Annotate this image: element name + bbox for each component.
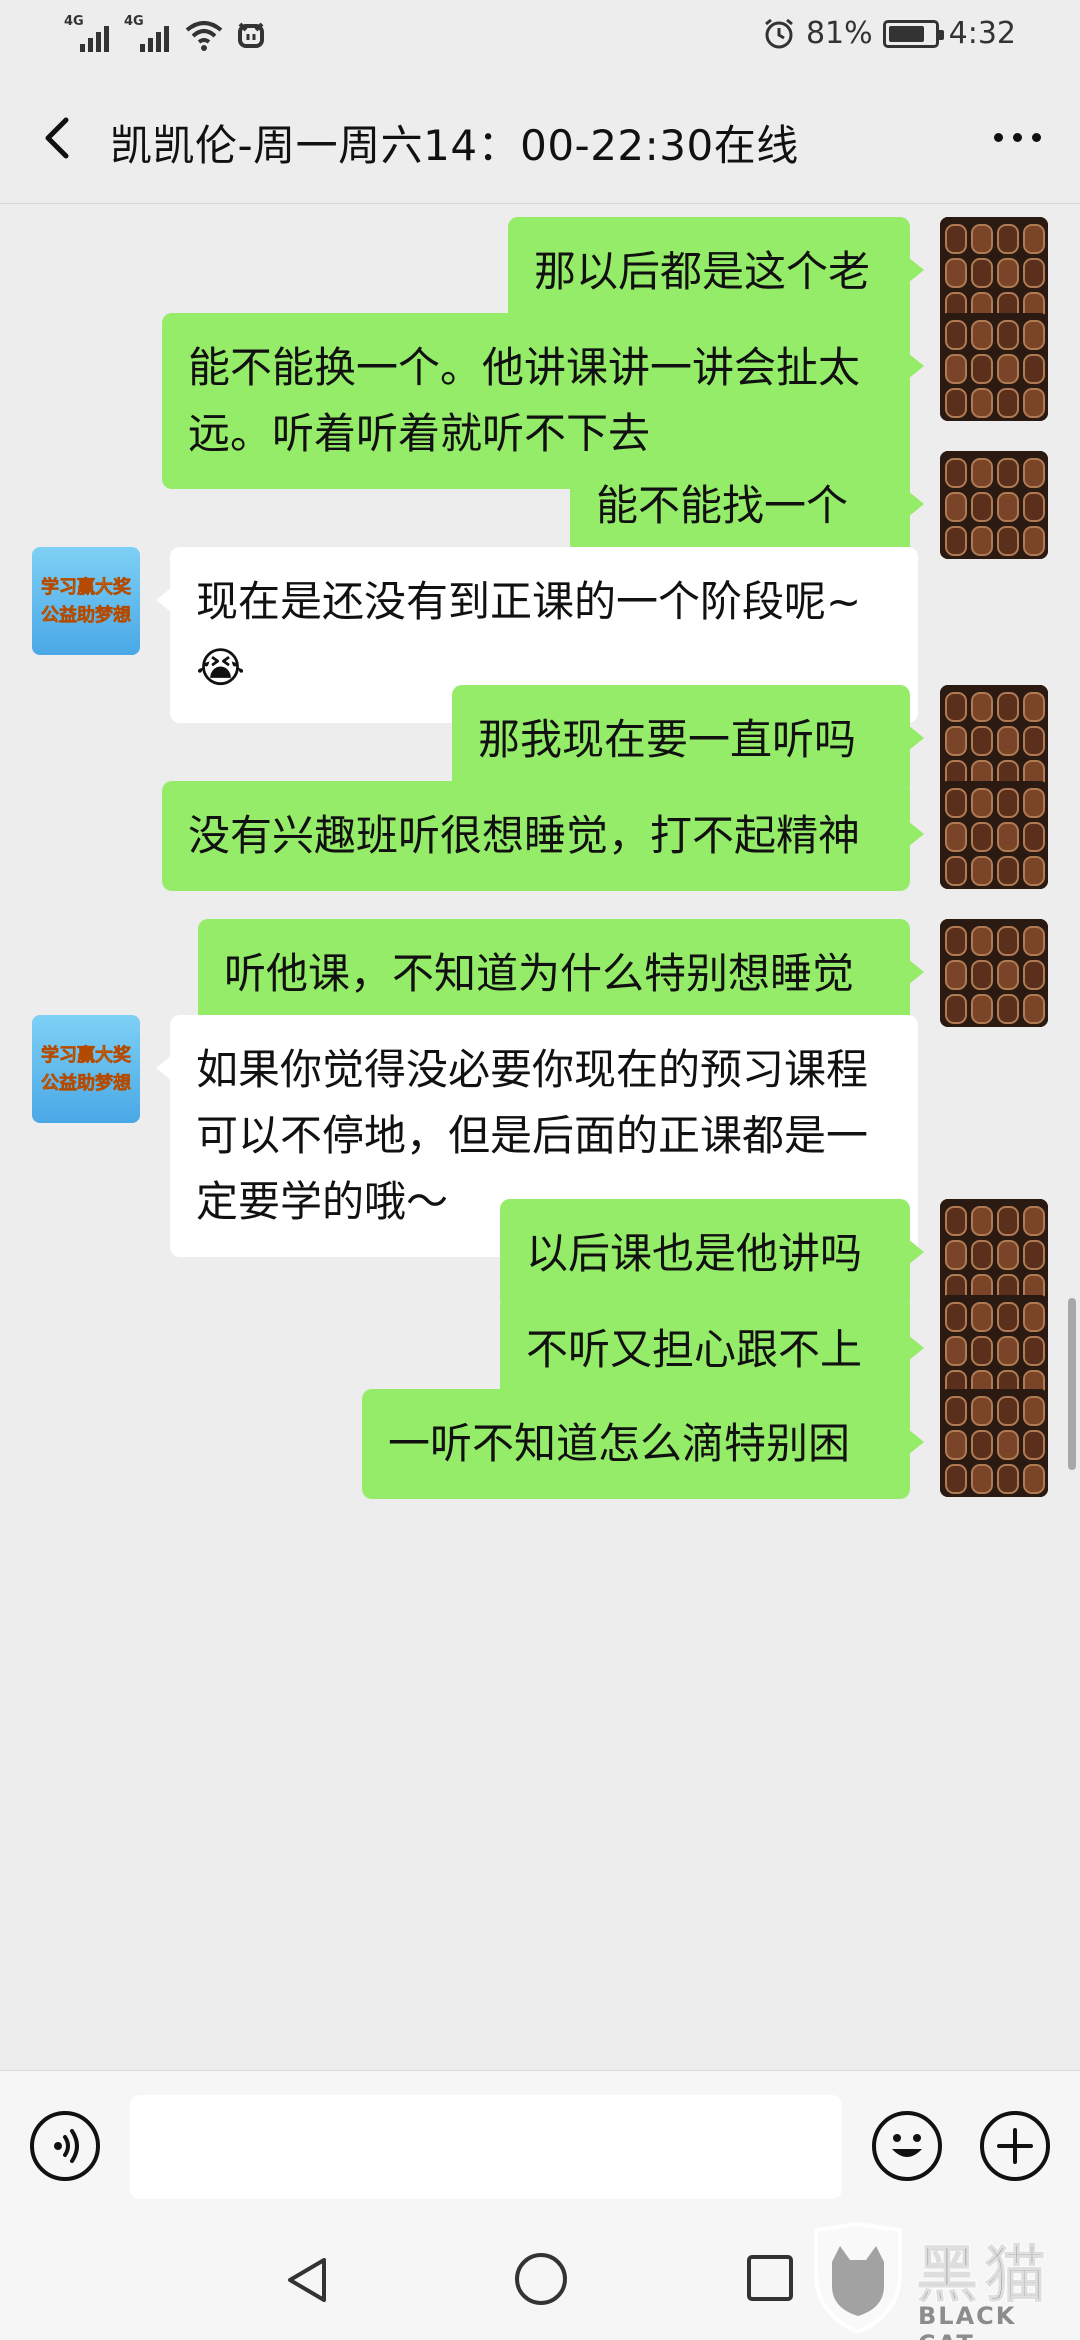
status-left: 4G 4G [64,14,268,52]
nav-home-icon[interactable] [512,2250,570,2308]
chat-title: 凯凯伦-周一周六14：00-22:30在线 [110,121,799,170]
status-right: 81% 4:32 [762,16,1016,51]
watermark-logo: 黑猫 BLACK CAT [808,2218,1080,2340]
message-row: 学习赢大奖 公益助梦想 现在是还没有到正课的一个阶段呢~😭 [0,547,1080,723]
my-message-bubble[interactable]: 听他课，不知道为什么特别想睡觉 [198,919,924,1029]
bead-bracelet-photo [940,217,1048,325]
bead-bracelet-photo [940,451,1048,559]
message-list[interactable]: 那以后都是这个老师讲的吗能不能换一个。他讲课讲一讲会扯太远。听着听着就听不下去能… [0,205,1080,2070]
my-message-bubble[interactable]: 那我现在要一直听吗 [452,685,924,795]
watermark-cn: 黑猫 [915,2237,1053,2312]
my-message-bubble[interactable]: 没有兴趣班听很想睡觉，打不起精神 [162,781,924,891]
message-row: 能不能换一个。他讲课讲一讲会扯太远。听着听着就听不下去 [0,313,1080,489]
my-message-bubble[interactable]: 以后课也是他讲吗 [500,1199,924,1309]
bead-bracelet-photo [940,919,1048,1027]
battery-icon [882,19,944,48]
contact-avatar[interactable]: 学习赢大奖公益助梦想 [32,547,140,655]
avatar-text-1: 学习赢大奖 [41,577,132,599]
avatar-text-2: 公益助梦想 [41,1073,132,1095]
status-bar: 4G 4G 81% 4:32 [0,0,1080,72]
chat-header: 凯凯伦-周一周六14：00-22:30在线 [0,72,1080,204]
clock: 4:32 [948,16,1016,51]
battery-percent: 81% [805,16,873,51]
message-input[interactable] [130,2095,842,2199]
bead-bracelet-photo [940,1389,1048,1497]
bead-bracelet-photo [940,1295,1048,1403]
alarm-icon [765,18,793,48]
my-avatar[interactable] [940,919,1048,1027]
my-message-bubble[interactable]: 一听不知道怎么滴特别困 [362,1389,924,1499]
message-row: 一听不知道怎么滴特别困 [0,1389,1080,1507]
message-row: 学习赢大奖 公益助梦想 如果你觉得没必要你现在的预习课程可以不停地，但是后面的正课都… [0,1015,1080,1257]
my-avatar[interactable] [940,451,1048,559]
input-bar [0,2070,1080,2220]
signal-icon-2: 4G [124,14,174,52]
contact-avatar[interactable]: 学习赢大奖公益助梦想 [32,1015,140,1123]
my-avatar[interactable] [940,1389,1048,1497]
my-avatar[interactable] [940,313,1048,421]
cat-shield-icon [814,2222,902,2334]
signal-icon: 4G [64,14,114,52]
voice-button[interactable] [30,2111,100,2181]
emoji-button[interactable] [872,2111,942,2181]
my-avatar[interactable] [940,217,1048,325]
my-avatar[interactable] [940,1199,1048,1307]
plus-icon [997,2128,1033,2164]
my-avatar[interactable] [940,1295,1048,1403]
avatar-text-1: 学习赢大奖 [41,1045,132,1067]
my-avatar[interactable] [940,685,1048,793]
wifi-icon [185,21,223,51]
voice-icon [54,2129,79,2163]
back-icon[interactable] [28,108,88,168]
emoji-icon [892,2134,922,2157]
message-row: 没有兴趣班听很想睡觉，打不起精神 [0,781,1080,941]
bead-bracelet-photo [940,1199,1048,1307]
bead-bracelet-photo [940,781,1048,889]
notification-icon [238,22,264,48]
watermark-en: BLACK CAT [918,2302,1017,2340]
my-avatar[interactable] [940,781,1048,889]
bead-bracelet-photo [940,313,1048,421]
bead-bracelet-photo [940,685,1048,793]
more-options-icon[interactable] [982,112,1052,162]
avatar-text-2: 公益助梦想 [41,605,132,627]
nav-recents-icon[interactable] [744,2252,796,2304]
scrollbar[interactable] [1068,1298,1076,1470]
nav-back-icon[interactable] [280,2252,336,2308]
plus-button[interactable] [980,2111,1050,2181]
